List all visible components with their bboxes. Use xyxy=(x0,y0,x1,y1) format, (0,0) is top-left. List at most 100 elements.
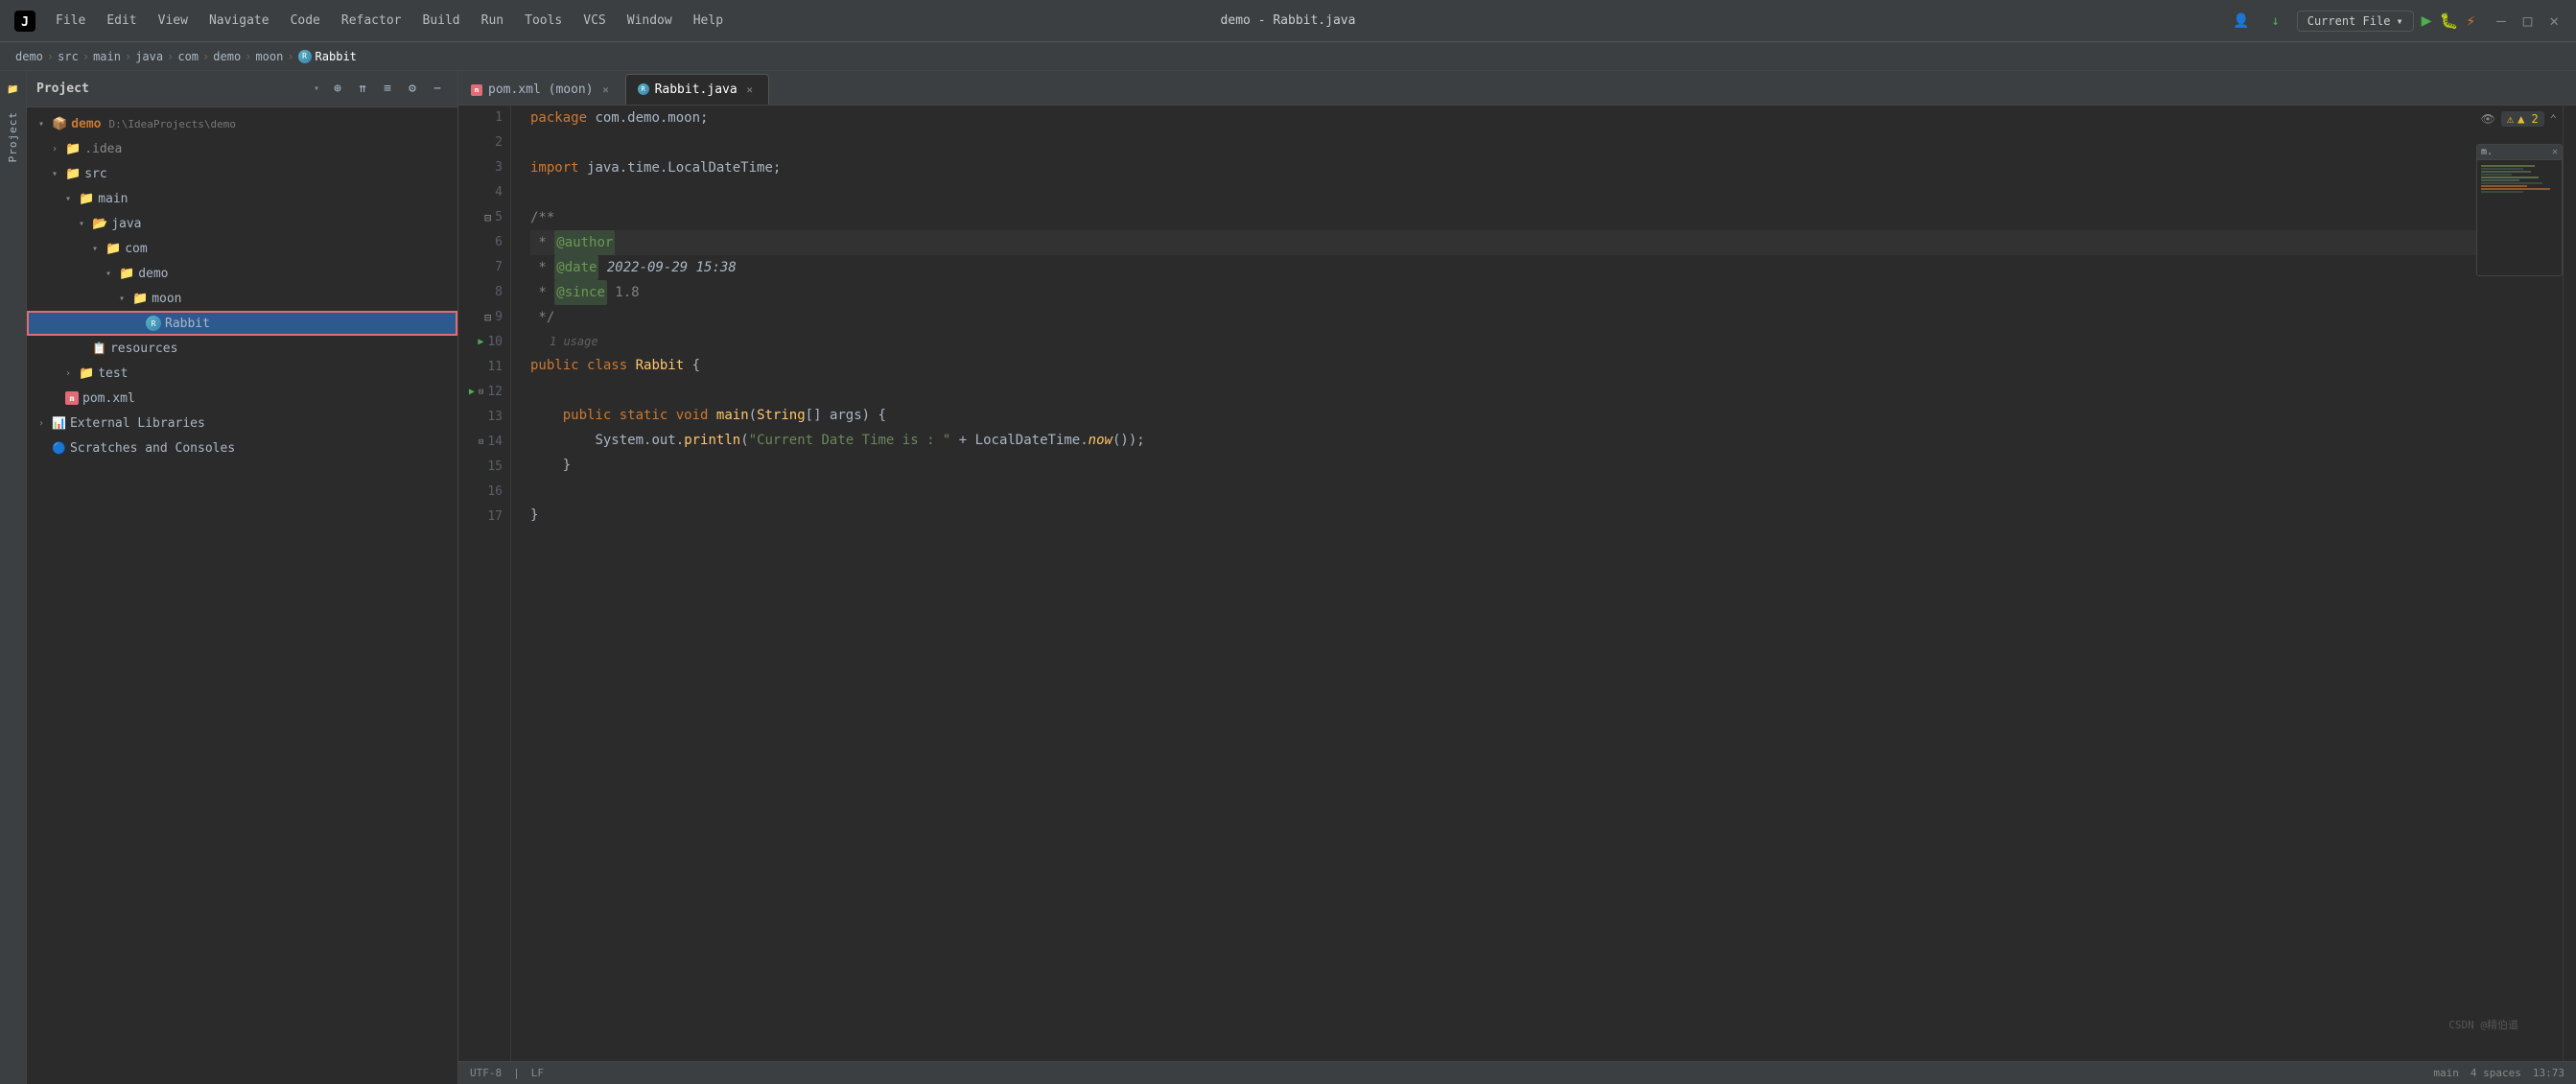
account-icon[interactable]: 👤 xyxy=(2228,8,2255,35)
status-encoding[interactable]: UTF-8 xyxy=(470,1067,502,1079)
menu-help[interactable]: Help xyxy=(684,10,733,32)
menu-tools[interactable]: Tools xyxy=(515,10,572,32)
tree-item-java[interactable]: ▾ 📂 java xyxy=(27,211,457,236)
chevron-down-icon-project[interactable]: ▾ xyxy=(314,83,319,94)
resources-icon: 📋 xyxy=(92,342,106,355)
run-config-selector[interactable]: Current File ▾ xyxy=(2297,11,2414,32)
tab-pom[interactable]: m pom.xml (moon) ✕ xyxy=(458,74,625,105)
warning-icon: ⚠ xyxy=(2507,112,2514,126)
tree-item-test[interactable]: › 📁 test xyxy=(27,361,457,386)
breadcrumb-demo[interactable]: demo xyxy=(15,50,43,63)
tab-rabbit[interactable]: R Rabbit.java ✕ xyxy=(625,74,769,105)
sync-files-button[interactable]: ⊕ xyxy=(327,79,348,100)
fold-icon-5[interactable]: ⊟ xyxy=(484,205,491,230)
menu-edit[interactable]: Edit xyxy=(97,10,146,32)
line-num-4: 4 xyxy=(466,180,503,205)
arrow-test: › xyxy=(61,368,75,379)
warning-badge[interactable]: ⚠ ▲ 2 xyxy=(2501,111,2544,127)
expand-icon[interactable]: ⌃ xyxy=(2550,112,2557,126)
breadcrumb-sep-4: › xyxy=(167,50,174,63)
arrow-demo-root: ▾ xyxy=(35,119,48,130)
comment-star-7: * xyxy=(530,255,554,280)
hide-panel-button[interactable]: − xyxy=(427,79,448,100)
tree-label-test: test xyxy=(98,366,128,381)
since-value: 1.8 xyxy=(607,280,640,305)
status-line-ending[interactable]: LF xyxy=(531,1067,544,1079)
breadcrumb-rabbit[interactable]: Rabbit xyxy=(316,50,357,63)
folder-icon-main: 📁 xyxy=(79,192,94,206)
arrow-com: ▾ xyxy=(88,244,102,254)
comment-end-9: */ xyxy=(530,305,554,330)
fold-icon-9[interactable]: ⊟ xyxy=(484,305,491,330)
tree-item-idea[interactable]: › 📁 .idea xyxy=(27,136,457,161)
minimap-close[interactable]: ✕ xyxy=(2552,147,2558,157)
status-git[interactable]: main xyxy=(2433,1067,2459,1079)
line-num-8: 8 xyxy=(466,280,503,305)
breadcrumb-demo2[interactable]: demo xyxy=(213,50,241,63)
run-button[interactable]: ▶ xyxy=(2422,11,2432,31)
status-position: 13:73 xyxy=(2533,1067,2564,1079)
minimap-line xyxy=(2481,171,2531,173)
menu-window[interactable]: Window xyxy=(618,10,682,32)
breadcrumb-moon[interactable]: moon xyxy=(255,50,283,63)
tree-label-rabbit: Rabbit xyxy=(165,317,210,331)
arrow-extlib: › xyxy=(35,418,48,429)
keyword-void: void xyxy=(676,403,716,428)
menu-file[interactable]: File xyxy=(46,10,95,32)
run-indicator-10[interactable]: ▶ xyxy=(478,330,483,355)
tree-path-demo-root: D:\IdeaProjects\demo xyxy=(109,118,236,130)
breadcrumb-java[interactable]: java xyxy=(135,50,163,63)
run-indicator-12[interactable]: ▶ xyxy=(469,380,475,405)
tree-item-src[interactable]: ▾ 📁 src xyxy=(27,161,457,186)
watermark-text: CSDN @精伯道 xyxy=(2448,1019,2518,1031)
status-spaces[interactable]: 4 spaces xyxy=(2471,1067,2521,1079)
tree-item-rabbit[interactable]: R Rabbit xyxy=(27,311,457,336)
hide-icon[interactable]: 👁 xyxy=(2481,112,2495,126)
profile-button[interactable]: ⚡ xyxy=(2466,12,2475,30)
tree-item-com[interactable]: ▾ 📁 com xyxy=(27,236,457,261)
breadcrumb-main[interactable]: main xyxy=(93,50,121,63)
keyword-static: static xyxy=(620,403,676,428)
menu-run[interactable]: Run xyxy=(472,10,513,32)
project-tree: ▾ 📦 demo D:\IdeaProjects\demo › 📁 .idea … xyxy=(27,107,457,1084)
tree-item-moon[interactable]: ▾ 📁 moon xyxy=(27,286,457,311)
project-tab-icon[interactable]: 📁 xyxy=(3,79,24,100)
tree-item-demo2[interactable]: ▾ 📁 demo xyxy=(27,261,457,286)
menu-navigate[interactable]: Navigate xyxy=(199,10,279,32)
settings-button[interactable]: ⚙ xyxy=(402,79,423,100)
menu-view[interactable]: View xyxy=(149,10,198,32)
tree-item-scratches[interactable]: 🔵 Scratches and Consoles xyxy=(27,436,457,460)
breadcrumb-src[interactable]: src xyxy=(58,50,79,63)
debug-button[interactable]: 🐛 xyxy=(2440,12,2459,30)
project-tab-label[interactable]: Project xyxy=(7,111,19,162)
menu-code[interactable]: Code xyxy=(281,10,330,32)
tab-rabbit-close[interactable]: ✕ xyxy=(743,82,757,96)
menu-build[interactable]: Build xyxy=(413,10,470,32)
string-literal: "Current Date Time is : " xyxy=(749,428,951,453)
code-line-15 xyxy=(530,478,2543,503)
editor-scrollbar[interactable] xyxy=(2563,106,2576,1061)
vcs-update-icon[interactable]: ↓ xyxy=(2262,8,2289,35)
maximize-button[interactable]: □ xyxy=(2517,10,2539,32)
menu-vcs[interactable]: VCS xyxy=(574,10,615,32)
fold-icon-12[interactable]: ⊟ xyxy=(479,380,483,405)
line-num-17: 17 xyxy=(466,505,503,530)
collapse-all-button[interactable]: ⇈ xyxy=(352,79,373,100)
tree-item-main[interactable]: ▾ 📁 main xyxy=(27,186,457,211)
fold-icon-14[interactable]: ⊟ xyxy=(479,430,483,455)
tree-label-java: java xyxy=(111,217,141,231)
tree-item-resources[interactable]: 📋 resources xyxy=(27,336,457,361)
tree-label-moon: moon xyxy=(152,292,181,306)
menu-refactor[interactable]: Refactor xyxy=(332,10,411,32)
tab-pom-close[interactable]: ✕ xyxy=(599,83,613,97)
line-num-15: 15 xyxy=(466,455,503,480)
minimize-button[interactable]: — xyxy=(2491,10,2512,32)
tree-item-demo-root[interactable]: ▾ 📦 demo D:\IdeaProjects\demo xyxy=(27,111,457,136)
close-button[interactable]: ✕ xyxy=(2543,10,2564,32)
code-line-6: * @author xyxy=(530,230,2543,255)
tree-item-extlib[interactable]: › 📊 External Libraries xyxy=(27,411,457,436)
tree-item-pom[interactable]: m pom.xml xyxy=(27,386,457,411)
code-editor[interactable]: package com.demo.moon; import java.time.… xyxy=(511,106,2563,1061)
expand-all-button[interactable]: ≡ xyxy=(377,79,398,100)
breadcrumb-com[interactable]: com xyxy=(177,50,199,63)
